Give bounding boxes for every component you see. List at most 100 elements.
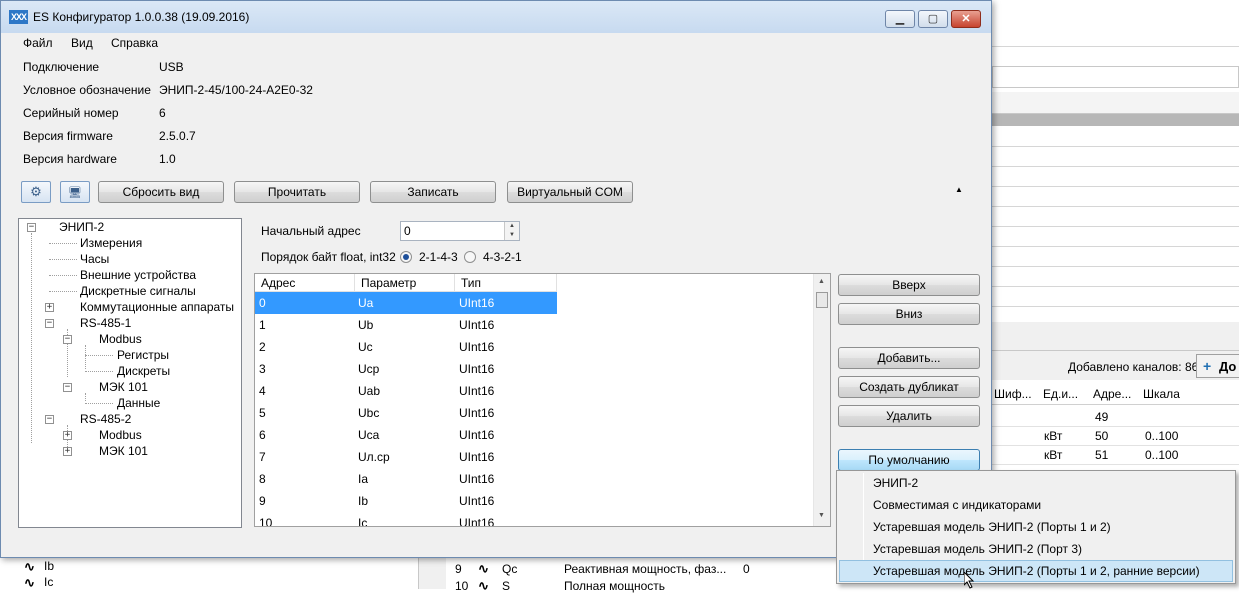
monitor-button[interactable]: 🖥 (60, 181, 90, 203)
tree-node-registers[interactable]: Регистры (117, 348, 170, 362)
byte-order-radio-4321[interactable] (464, 251, 476, 263)
virtual-com-button[interactable]: Виртуальный COM (507, 181, 633, 203)
row-address: 2 (259, 340, 266, 354)
col-parameter[interactable]: Параметр (355, 274, 455, 292)
menu-item-legacy-early[interactable]: Устаревшая модель ЭНИП-2 (Порты 1 и 2, р… (839, 560, 1233, 582)
grid-header: Адрес Параметр Тип (255, 274, 557, 292)
tree-node-rs485-2[interactable]: RS-485-2 (80, 412, 131, 426)
table-row[interactable]: 0 Ua UInt16 (255, 292, 557, 314)
read-button[interactable]: Прочитать (234, 181, 360, 203)
bg-col-code[interactable]: Шиф... (994, 387, 1032, 401)
col-type[interactable]: Тип (455, 274, 557, 292)
spin-up-icon[interactable]: ▲ (505, 222, 519, 231)
menu-help[interactable]: Справка (111, 36, 158, 50)
menu-view[interactable]: Вид (71, 36, 93, 50)
device-tree[interactable]: − ЭНИП-2 Измерения Часы Внешние устройст… (18, 218, 242, 528)
menu-item-indicator-compatible[interactable]: Совместимая с индикаторами (839, 494, 1233, 516)
tree-collapse-toggle[interactable]: − (63, 335, 72, 344)
tree-node-iec101-1[interactable]: МЭК 101 (99, 380, 148, 394)
tree-line (31, 233, 32, 443)
table-row[interactable]: 7 Uл.cp UInt16 (255, 446, 557, 468)
start-address-input[interactable] (400, 221, 520, 241)
bg-left-item[interactable]: Ic (44, 575, 53, 589)
collapse-up-icon[interactable]: ▲ (955, 185, 963, 194)
delete-button[interactable]: Удалить (838, 405, 980, 427)
tree-expand-toggle[interactable]: + (45, 303, 54, 312)
scroll-thumb[interactable] (816, 292, 828, 308)
col-address[interactable]: Адрес (255, 274, 355, 292)
row-parameter: Ua (358, 296, 374, 310)
table-row[interactable]: 2 Uc UInt16 (255, 336, 557, 358)
bg-col-unit[interactable]: Ед.и... (1043, 387, 1078, 401)
table-row[interactable]: 9 Ib UInt16 (255, 490, 557, 512)
bg-cell: 0..100 (1145, 448, 1179, 462)
duplicate-button[interactable]: Создать дубликат (838, 376, 980, 398)
byte-order-radio-2143[interactable] (400, 251, 412, 263)
row-parameter: Uл.cp (358, 450, 390, 464)
row-address: 0 (259, 296, 266, 310)
bg-add-button[interactable]: + До (1196, 354, 1239, 378)
tree-collapse-toggle[interactable]: − (63, 383, 72, 392)
tree-node-data[interactable]: Данные (117, 396, 160, 410)
registers-grid[interactable]: Адрес Параметр Тип 0 Ua UInt16 1 Ub UInt… (254, 273, 831, 527)
tree-node-discrete-signals[interactable]: Дискретные сигналы (80, 284, 196, 298)
table-row[interactable]: 10 Ic UInt16 (255, 512, 557, 527)
bg-left-item[interactable]: Ib (44, 559, 54, 573)
grid-scrollbar[interactable]: ▲ ▼ (813, 274, 830, 526)
settings-button[interactable]: ⚙ (21, 181, 51, 203)
tree-node-iec101-2[interactable]: МЭК 101 (99, 444, 148, 458)
move-up-button[interactable]: Вверх (838, 274, 980, 296)
tree-node-measurements[interactable]: Измерения (80, 236, 142, 250)
tree-node-external-devices[interactable]: Внешние устройства (80, 268, 196, 282)
add-icon: + (1203, 358, 1212, 374)
tree-node-modbus-1[interactable]: Modbus (99, 332, 142, 346)
row-address: 10 (259, 516, 273, 527)
tree-node-discretes[interactable]: Дискреты (117, 364, 170, 378)
title-bar[interactable]: XXX ES Конфигуратор 1.0.0.38 (19.09.2016… (1, 1, 991, 33)
bg-input[interactable] (992, 66, 1239, 88)
table-row[interactable]: 6 Uca UInt16 (255, 424, 557, 446)
tree-node-root[interactable]: ЭНИП-2 (59, 220, 104, 234)
bg-col-address[interactable]: Адре... (1093, 387, 1131, 401)
table-row[interactable]: 8 Ia UInt16 (255, 468, 557, 490)
address-spinner[interactable]: ▲ ▼ (504, 222, 519, 240)
minimize-button[interactable]: ▁ (885, 10, 915, 28)
tree-expand-toggle[interactable]: + (63, 431, 72, 440)
tree-expand-toggle[interactable]: + (63, 447, 72, 456)
menu-item-legacy-port-3[interactable]: Устаревшая модель ЭНИП-2 (Порт 3) (839, 538, 1233, 560)
close-button[interactable]: ✕ (951, 10, 981, 28)
table-row[interactable]: 4 Uab UInt16 (255, 380, 557, 402)
menu-item-legacy-ports-1-2[interactable]: Устаревшая модель ЭНИП-2 (Порты 1 и 2) (839, 516, 1233, 538)
write-button[interactable]: Записать (370, 181, 496, 203)
tree-collapse-toggle[interactable]: − (45, 415, 54, 424)
default-button[interactable]: По умолчанию (838, 449, 980, 471)
maximize-button[interactable]: ▢ (918, 10, 948, 28)
table-row[interactable]: 5 Ubc UInt16 (255, 402, 557, 424)
byte-order-option-4321[interactable]: 4-3-2-1 (483, 250, 522, 264)
bg-row-name: S (502, 579, 511, 593)
scroll-down-icon[interactable]: ▼ (818, 512, 825, 519)
tree-node-rs485-1[interactable]: RS-485-1 (80, 316, 131, 330)
scroll-up-icon[interactable]: ▲ (818, 278, 825, 285)
menu-file[interactable]: Файл (23, 36, 53, 50)
add-button[interactable]: Добавить... (838, 347, 980, 369)
bg-splitter[interactable] (418, 557, 448, 589)
table-row[interactable]: 3 Ucp UInt16 (255, 358, 557, 380)
bg-col-scale[interactable]: Шкала (1143, 387, 1180, 401)
menu-item-label: Устаревшая модель ЭНИП-2 (Порты 1 и 2, р… (873, 564, 1200, 578)
row-type: UInt16 (459, 384, 495, 398)
table-row[interactable]: 1 Ub UInt16 (255, 314, 557, 336)
spin-down-icon[interactable]: ▼ (505, 231, 519, 240)
tree-collapse-toggle[interactable]: − (27, 223, 36, 232)
menu-item-enip2[interactable]: ЭНИП-2 (839, 472, 1233, 494)
tree-collapse-toggle[interactable]: − (45, 319, 54, 328)
byte-order-option-2143[interactable]: 2-1-4-3 (419, 250, 458, 264)
tree-node-modbus-2[interactable]: Modbus (99, 428, 142, 442)
bg-add-button-label: До (1219, 359, 1237, 374)
tree-node-switching-devices[interactable]: Коммутационные аппараты (80, 300, 234, 314)
row-address: 1 (259, 318, 266, 332)
move-down-button[interactable]: Вниз (838, 303, 980, 325)
bg-row-line (992, 206, 1239, 207)
tree-node-clock[interactable]: Часы (80, 252, 109, 266)
reset-view-button[interactable]: Сбросить вид (98, 181, 224, 203)
